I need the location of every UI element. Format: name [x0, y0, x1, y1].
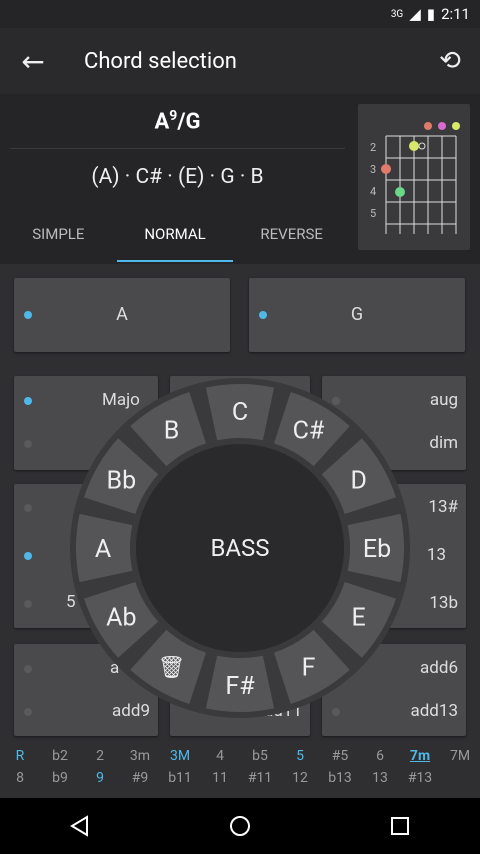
chord-notes: (A) · C# · (E) · G · B [91, 165, 264, 189]
chord-name: A9/G [154, 108, 201, 135]
inactive-dot [24, 665, 32, 673]
mode-tabs: SIMPLE NORMAL REVERSE [0, 210, 350, 262]
finger-hint [418, 142, 426, 150]
thirteen-flat-label: 13b [429, 593, 458, 613]
interval-b13[interactable]: b13 [320, 770, 360, 786]
trash-icon[interactable]: 🗑 [158, 656, 186, 681]
interval-sharp-13[interactable]: #13 [400, 770, 440, 786]
app-bar: ← Chord selection ⟲ [0, 28, 480, 94]
divider [10, 148, 345, 149]
wheel-note-label: Eb [363, 535, 391, 564]
tab-reverse[interactable]: REVERSE [233, 210, 350, 262]
root-note-label: A [116, 304, 128, 325]
interval-3M[interactable]: 3M [160, 748, 200, 764]
thirteen-sharp-label: 13# [428, 497, 458, 517]
open-string-marker [438, 122, 446, 130]
finger-dot [395, 187, 405, 197]
aug-label: aug [429, 390, 458, 410]
finger-dot [409, 141, 419, 151]
interval-R[interactable]: R [0, 748, 40, 764]
wheel-note-label: F [302, 654, 316, 683]
bass-center-label: BASS [210, 534, 269, 562]
interval-9[interactable]: 9 [80, 770, 120, 786]
wheel-note-label: F# [225, 672, 255, 701]
tab-simple[interactable]: SIMPLE [0, 210, 117, 262]
note-wheel[interactable]: C C# D Eb E F F# 🗑 Ab A Bb B BASS [68, 376, 412, 720]
interval-2[interactable]: 2 [80, 748, 120, 764]
status-bar: 3G ◢ ▮ 2:11 [0, 0, 480, 28]
interval-3m[interactable]: 3m [120, 748, 160, 764]
page-title: Chord selection [84, 48, 237, 74]
finger-dot [381, 164, 391, 174]
root-note-card[interactable]: A [14, 278, 230, 352]
add13-label: add13 [410, 701, 458, 721]
interval-13[interactable]: 13 [360, 770, 400, 786]
back-arrow-icon[interactable]: ← [0, 28, 66, 94]
status-time: 2:11 [441, 5, 470, 23]
network-type: 3G [390, 8, 404, 20]
wheel-note-label: E [352, 604, 366, 633]
wheel-note-label: B [164, 416, 180, 445]
inactive-dot [24, 440, 32, 448]
fretboard-svg: 2 3 4 5 [370, 122, 460, 234]
back-nav-icon[interactable] [68, 814, 92, 838]
fret-label: 2 [370, 141, 376, 154]
interval-b9[interactable]: b9 [40, 770, 80, 786]
nav-bar [0, 798, 480, 854]
interval-5[interactable]: 5 [280, 748, 320, 764]
interval-7M[interactable]: 7M [440, 748, 480, 764]
fret-label: 4 [370, 185, 376, 198]
wheel-note-label: Ab [106, 604, 136, 633]
open-string-marker [424, 122, 432, 130]
active-dot [24, 552, 32, 560]
home-nav-icon[interactable] [228, 814, 252, 838]
refresh-icon[interactable]: ⟲ [420, 28, 480, 94]
dim-label: dim [429, 433, 458, 453]
interval-strip: Rb2 2 3m 3M 4 b5 5 #5 6 7m 7M 8 b9 9 #9 b11 11 #11 12 b13 13… [0, 744, 480, 794]
wheel-note-label: C# [293, 416, 325, 445]
active-dot [24, 397, 32, 405]
thirteen-label: 13 [426, 545, 446, 565]
add6-label: add6 [420, 658, 458, 678]
interval-b11[interactable]: b11 [160, 770, 200, 786]
wheel-note-label: C [232, 398, 248, 427]
open-string-marker [452, 122, 460, 130]
interval-sharp-5[interactable]: #5 [320, 748, 360, 764]
chord-diagram[interactable]: 2 3 4 5 [358, 104, 470, 250]
fret-label: 3 [370, 163, 376, 176]
bass-note-label: G [350, 304, 364, 325]
interval-6[interactable]: 6 [360, 748, 400, 764]
interval-b5[interactable]: b5 [240, 748, 280, 764]
wheel-note-label: Bb [107, 467, 137, 496]
interval-sharp-9[interactable]: #9 [120, 770, 160, 786]
interval-12[interactable]: 12 [280, 770, 320, 786]
signal-icon: ◢ [409, 5, 421, 23]
wheel-note-label: A [95, 535, 111, 564]
interval-4[interactable]: 4 [200, 748, 240, 764]
recents-nav-icon[interactable] [388, 814, 412, 838]
interval-7m[interactable]: 7m [400, 748, 440, 764]
interval-8[interactable]: 8 [0, 770, 40, 786]
inactive-dot [24, 504, 32, 512]
interval-11[interactable]: 11 [200, 770, 240, 786]
inactive-dot [24, 708, 32, 716]
tab-normal[interactable]: NORMAL [116, 210, 234, 262]
inactive-dot [24, 600, 32, 608]
battery-icon: ▮ [426, 5, 436, 23]
interval-b2[interactable]: b2 [40, 748, 80, 764]
bass-note-card[interactable]: G [249, 278, 465, 352]
wheel-note-label: D [350, 467, 366, 496]
fret-label: 5 [370, 207, 376, 220]
interval-sharp-11[interactable]: #11 [240, 770, 280, 786]
